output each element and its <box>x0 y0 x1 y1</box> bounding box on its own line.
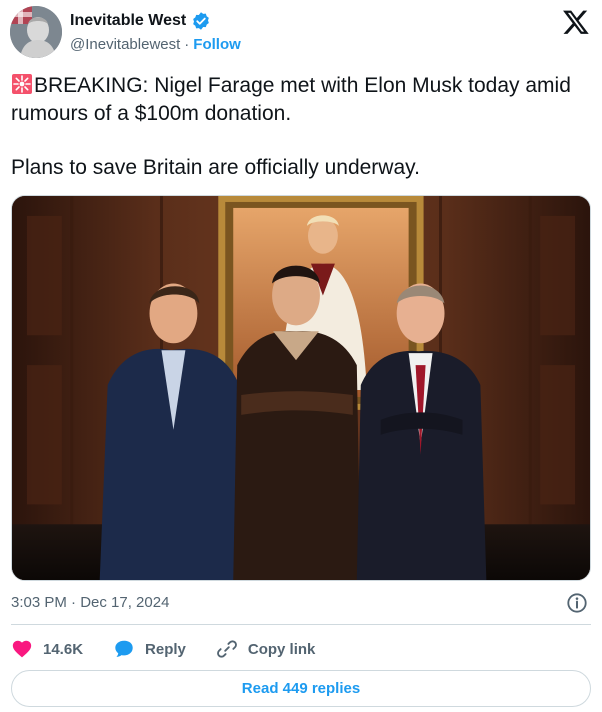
avatar-image <box>10 6 62 58</box>
handle-separator: · <box>184 36 190 53</box>
author-display-name[interactable]: Inevitable West <box>70 12 186 30</box>
author-handle-row: @Inevitablewest · Follow <box>70 36 241 53</box>
reply-button[interactable]: Reply <box>113 638 186 660</box>
verified-badge-icon <box>193 12 210 30</box>
info-icon[interactable] <box>566 592 588 614</box>
heart-icon <box>12 640 32 658</box>
link-icon <box>216 640 237 658</box>
tweet-text-line-1: BREAKING: Nigel Farage met with Elon Mus… <box>11 74 571 125</box>
reply-label: Reply <box>145 640 186 658</box>
embedded-tweet-card: Inevitable West @Inevitablewest · Follow <box>0 0 602 712</box>
avatar[interactable] <box>10 6 62 58</box>
tweet-timestamp[interactable]: 3:03 PM · Dec 17, 2024 <box>11 594 169 611</box>
divider <box>11 624 591 625</box>
speech-bubble-icon <box>115 640 133 657</box>
photo-three-men-under-portrait <box>12 196 590 580</box>
tweet-photo[interactable] <box>11 195 591 581</box>
tweet-text-line-2: Plans to save Britain are officially und… <box>11 156 420 179</box>
tweet-actions: 14.6K Reply Copy link <box>11 636 345 662</box>
copy-link-button[interactable]: Copy link <box>216 638 316 660</box>
read-replies-button[interactable]: Read 449 replies <box>11 670 591 707</box>
tweet-text: BREAKING: Nigel Farage met with Elon Mus… <box>11 72 591 182</box>
author-name-row: Inevitable West <box>70 10 211 32</box>
like-count: 14.6K <box>43 640 84 658</box>
police-light-emoji-icon <box>12 74 32 94</box>
author-handle[interactable]: @Inevitablewest <box>70 36 180 53</box>
copy-link-label: Copy link <box>247 640 316 658</box>
like-button[interactable]: 14.6K <box>11 638 83 660</box>
follow-button[interactable]: Follow <box>193 36 241 53</box>
x-logo-icon[interactable] <box>562 8 590 36</box>
